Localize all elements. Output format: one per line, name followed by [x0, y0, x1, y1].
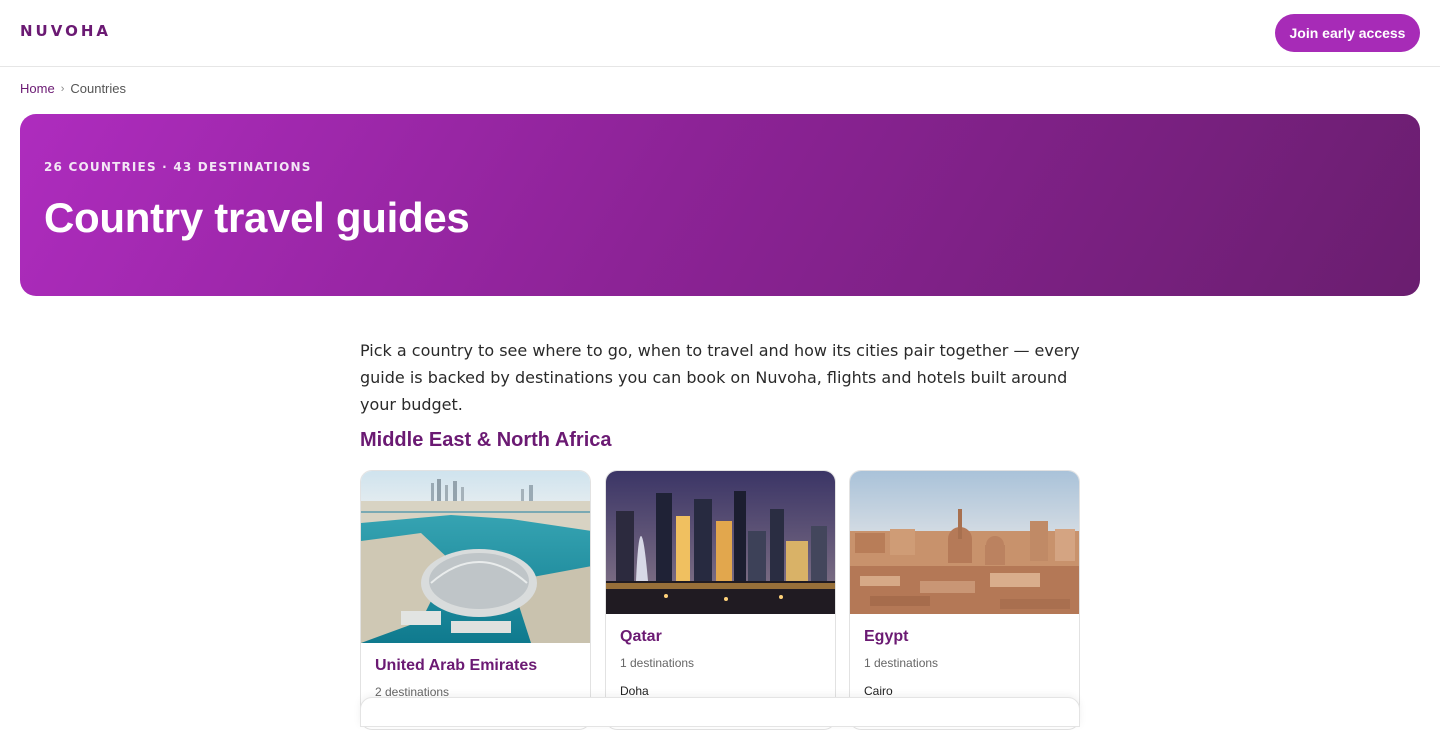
hero-kicker: 26 COUNTRIES · 43 DESTINATIONS — [44, 160, 312, 174]
country-card-qatar[interactable]: Qatar 1 destinations Doha — [605, 470, 836, 730]
breadcrumb-home-link[interactable]: Home — [20, 81, 55, 96]
chevron-right-icon: › — [60, 82, 65, 95]
city-name: Doha — [620, 684, 649, 698]
destination-count: 1 destinations — [620, 656, 695, 670]
hero-banner: 26 COUNTRIES · 43 DESTINATIONS Country t… — [20, 114, 1420, 296]
intro-paragraph: Pick a country to see where to go, when … — [360, 341, 1080, 414]
join-early-access-button[interactable]: Join early access — [1275, 14, 1420, 52]
page-title: Country travel guides — [44, 194, 470, 241]
top-navigation-bar: NUVOHA Join early access — [0, 0, 1440, 67]
egypt-photo — [850, 471, 1079, 614]
breadcrumb: Home › Countries — [20, 81, 126, 96]
breadcrumb-current: Countries — [70, 81, 126, 96]
bottom-sheet-panel[interactable] — [360, 697, 1080, 727]
region-heading: Middle East & North Africa — [360, 429, 612, 451]
country-card-egypt[interactable]: Egypt 1 destinations Cairo — [849, 470, 1080, 730]
country-name: Egypt — [864, 628, 909, 645]
uae-photo — [361, 471, 590, 643]
nuvoha-logo[interactable]: NUVOHA — [20, 22, 111, 40]
city-name: Cairo — [864, 684, 893, 698]
country-name: Qatar — [620, 628, 662, 645]
qatar-photo — [606, 471, 835, 614]
country-name: United Arab Emirates — [375, 657, 538, 674]
destination-count: 1 destinations — [864, 656, 939, 670]
country-card-uae[interactable]: United Arab Emirates 2 destinations — [360, 470, 591, 730]
